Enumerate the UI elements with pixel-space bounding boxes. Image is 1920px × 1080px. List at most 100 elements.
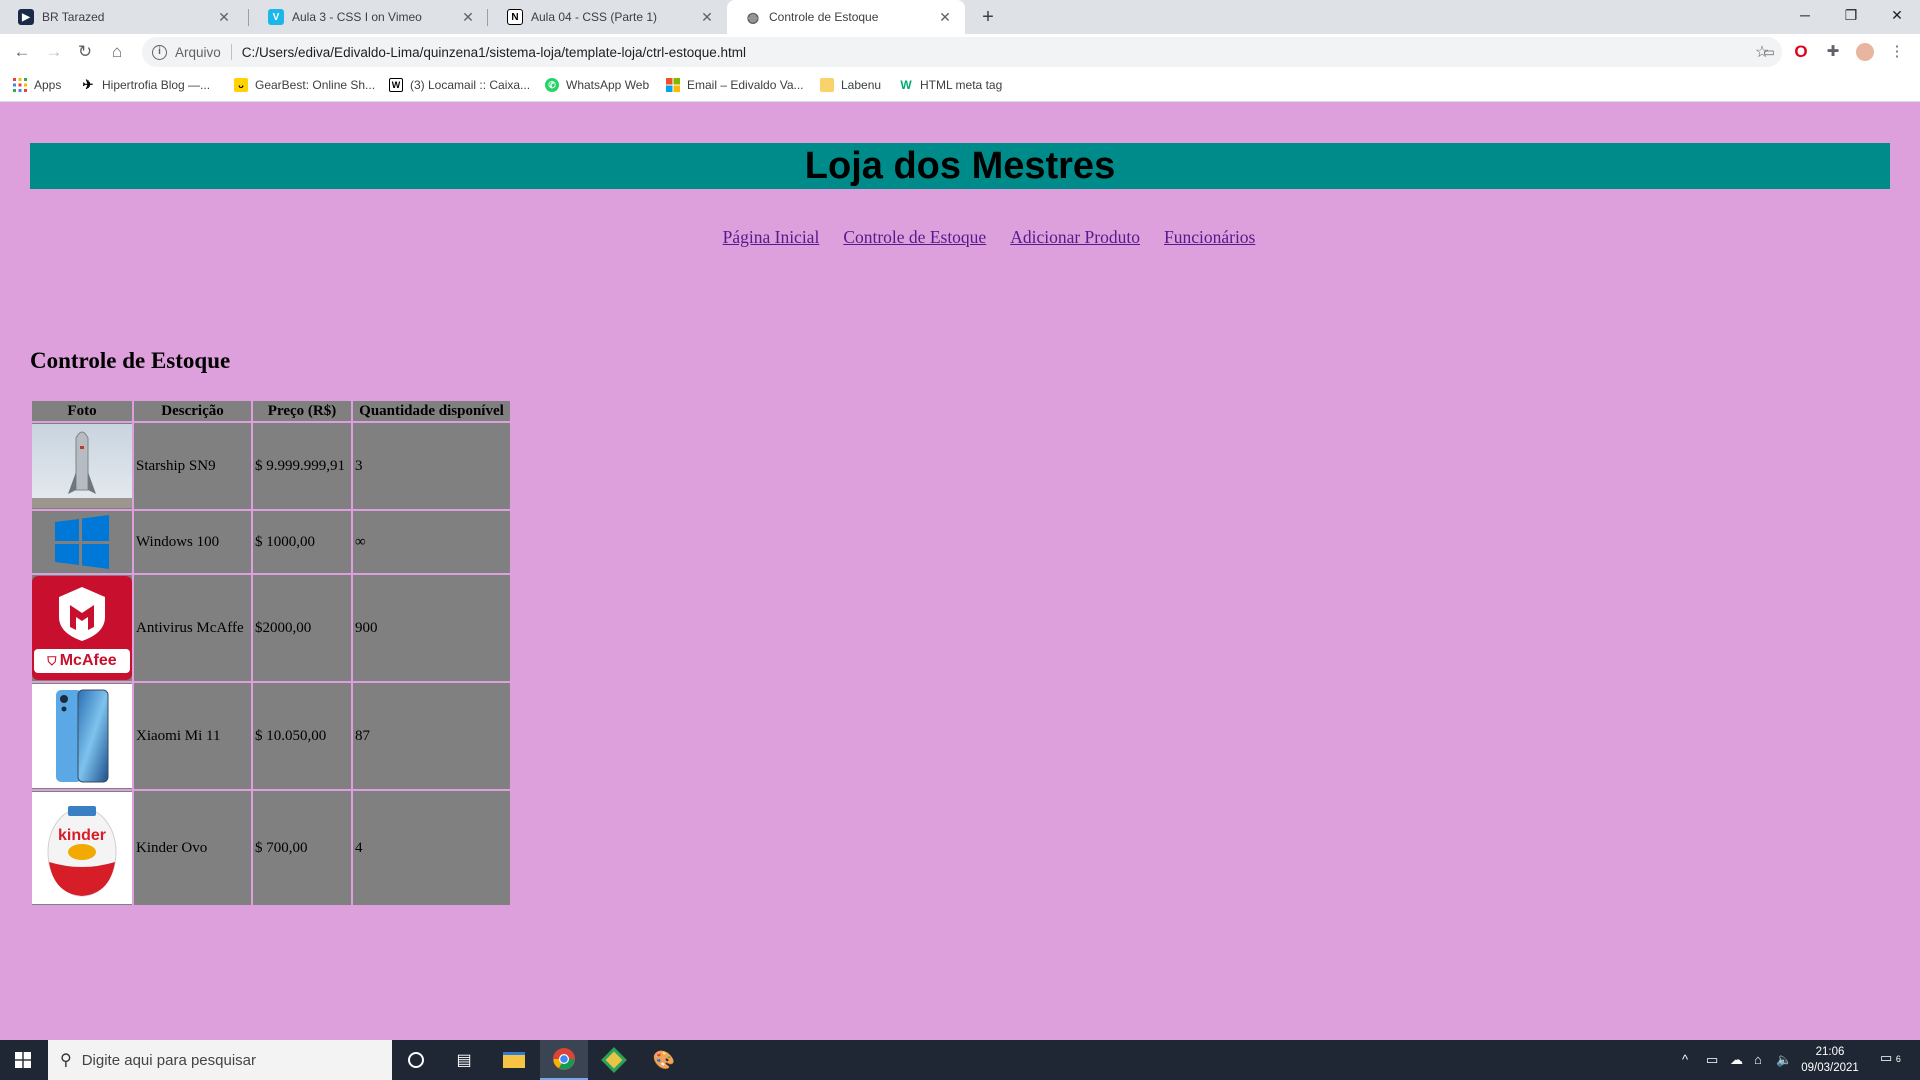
info-icon[interactable]: i [152,44,167,60]
column-header-quantidade: Quantidade disponível [353,401,510,421]
nav-link-funcionarios[interactable]: Funcionários [1164,227,1255,247]
taskbar-clock[interactable]: 21:06 09/03/2021 [1790,1044,1870,1076]
locamail-icon: W [389,78,403,92]
nav-link-adicionar-produto[interactable]: Adicionar Produto [1010,227,1140,247]
description-cell: Windows 100 [134,511,251,573]
network-icon[interactable]: ⌂ [1754,1052,1762,1067]
tab-title: Controle de Estoque [769,10,879,24]
security-label: Arquivo [175,44,221,60]
url-text[interactable]: C:/Users/ediva/Edivaldo-Lima/quinzena1/s… [242,45,1750,60]
bookmark-label: GearBest: Online Sh... [255,78,376,92]
task-view-icon[interactable]: ▤ [440,1040,488,1080]
mcafee-logo-text: McAfee [59,652,117,669]
notion-favicon: N [507,9,523,25]
mcafee-shield-icon [59,587,105,641]
menu-dots-icon[interactable]: ⋮ [1888,43,1906,61]
table-header-row: Foto Descrição Preço (R$) Quantidade dis… [32,401,510,421]
price-cell: $ 10.050,00 [253,683,351,789]
description-cell: Kinder Ovo [134,791,251,905]
nav-link-pagina-inicial[interactable]: Página Inicial [723,227,820,247]
folder-icon [820,78,834,92]
photo-cell: ⛉ McAfee [32,575,132,681]
bookmark-html-meta[interactable]: W HTML meta tag [899,78,1002,92]
price-cell: $ 1000,00 [253,511,351,573]
tarazed-favicon: ▶ [18,9,34,25]
tab-title: Aula 3 - CSS I on Vimeo [292,10,422,24]
bookmark-label: WhatsApp Web [566,78,650,92]
bookmark-email[interactable]: Email – Edivaldo Va... [666,78,804,92]
outlook-icon [666,78,680,92]
bookmark-label: Email – Edivaldo Va... [687,78,804,92]
back-icon[interactable]: ← [9,39,35,65]
mcafee-wordmark: ⛉ McAfee [34,649,130,673]
paint-icon[interactable]: 🎨 [640,1040,688,1080]
reload-icon[interactable]: ↻ [72,39,98,65]
notification-icon: ▭ [1880,1050,1893,1065]
close-icon[interactable]: ✕ [699,9,715,26]
address-bar[interactable]: i Arquivo C:/Users/ediva/Edivaldo-Lima/q… [142,37,1782,67]
tab-controle-estoque[interactable]: ◍ Controle de Estoque ✕ [727,0,965,34]
close-window-icon[interactable]: ✕ [1874,0,1920,30]
avatar[interactable] [1856,43,1874,61]
site-header: Loja dos Mestres [30,143,1890,189]
site-title: Loja dos Mestres [804,145,1116,187]
mcafee-logo: ⛉ McAfee [32,576,132,680]
photo-cell: kinder [32,791,132,905]
price-cell: $ 700,00 [253,791,351,905]
cortana-icon[interactable] [392,1040,440,1080]
bookmark-labenu[interactable]: Labenu [820,78,881,92]
close-icon[interactable]: ✕ [460,9,476,26]
quantity-cell: 87 [353,683,510,789]
tab-vimeo[interactable]: V Aula 3 - CSS I on Vimeo ✕ [250,0,488,34]
bookmark-locamail[interactable]: W (3) Locamail :: Caixa... [389,78,530,92]
chrome-icon[interactable] [540,1040,588,1080]
tab-notion[interactable]: N Aula 04 - CSS (Parte 1) ✕ [489,0,727,34]
minimize-icon[interactable]: ─ [1782,0,1828,30]
whatsapp-icon: ✆ [545,78,559,92]
vscode-like-icon[interactable] [590,1040,638,1080]
vimeo-favicon: V [268,9,284,25]
quantity-cell: 900 [353,575,510,681]
file-explorer-icon[interactable] [490,1040,538,1080]
bookmark-gearbest[interactable]: ᴗ GearBest: Online Sh... [234,78,375,92]
quantity-cell: 3 [353,423,510,509]
close-icon[interactable]: ✕ [937,9,953,26]
windows-start-button[interactable] [0,1040,46,1080]
bookmark-hipertrofia[interactable]: ✈ Hipertrofia Blog —... [81,77,211,92]
main-nav: Página Inicial Controle de Estoque Adici… [0,227,1920,248]
price-cell: $ 9.999.999,91 [253,423,351,509]
clock-time: 21:06 [1815,1046,1845,1058]
column-header-foto: Foto [32,401,132,421]
taskbar-search-placeholder: Digite aqui para pesquisar [81,1051,256,1069]
bookmark-whatsapp[interactable]: ✆ WhatsApp Web [545,78,649,92]
tray-device-icon[interactable]: ▭ [1706,1052,1718,1068]
opera-icon[interactable]: O [1792,43,1810,61]
tab-title: Aula 04 - CSS (Parte 1) [531,10,658,24]
quantity-cell: ∞ [353,511,510,573]
mcafee-small-shield-icon: ⛉ [47,654,60,668]
kinder-ovo-photo: kinder [32,792,132,904]
search-icon: ⚲ [60,1052,72,1069]
tray-chevron-icon[interactable]: ^ [1682,1052,1688,1067]
description-cell: Xiaomi Mi 11 [134,683,251,789]
bookmark-label: (3) Locamail :: Caixa... [410,78,531,92]
nav-link-controle-estoque[interactable]: Controle de Estoque [843,227,986,247]
w3-icon: W [900,78,912,92]
photo-cell [32,683,132,789]
taskbar-search[interactable]: ⚲ Digite aqui para pesquisar [48,1040,392,1080]
extension-icon[interactable]: ▭ [1760,43,1778,61]
tab-br-tarazed[interactable]: ▶ BR Tarazed ✕ [0,0,244,34]
new-tab-icon[interactable]: + [976,5,1000,29]
close-icon[interactable]: ✕ [216,9,232,26]
forward-icon[interactable]: → [41,39,67,65]
onedrive-icon[interactable]: ☁ [1730,1052,1743,1068]
notification-center[interactable]: ▭ 6 [1880,1050,1901,1066]
bookmark-apps[interactable]: Apps [13,78,61,92]
apps-grid-icon [13,78,27,92]
stock-table: Foto Descrição Preço (R$) Quantidade dis… [30,399,512,907]
restore-icon[interactable]: ❐ [1828,0,1874,30]
section-title: Controle de Estoque [30,348,231,373]
home-icon[interactable]: ⌂ [104,39,130,65]
puzzle-icon[interactable]: ✚ [1824,43,1842,61]
windows-logo [32,512,132,572]
